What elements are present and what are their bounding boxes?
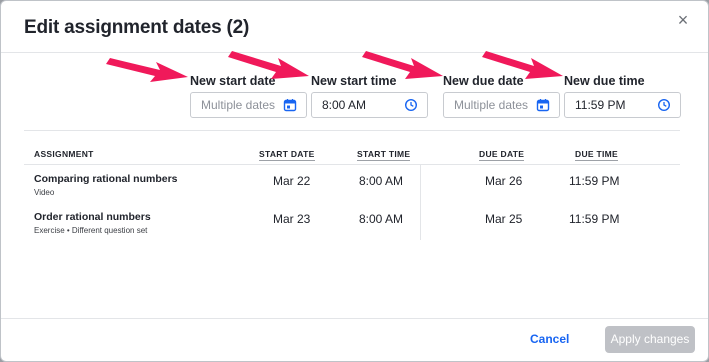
annotation-arrow-due-time [482,51,563,79]
annotation-arrow-start-time [228,51,309,79]
annotation-arrow-start-date [106,58,188,82]
annotation-arrows [106,51,563,82]
annotation-arrow-due-date [362,51,443,79]
